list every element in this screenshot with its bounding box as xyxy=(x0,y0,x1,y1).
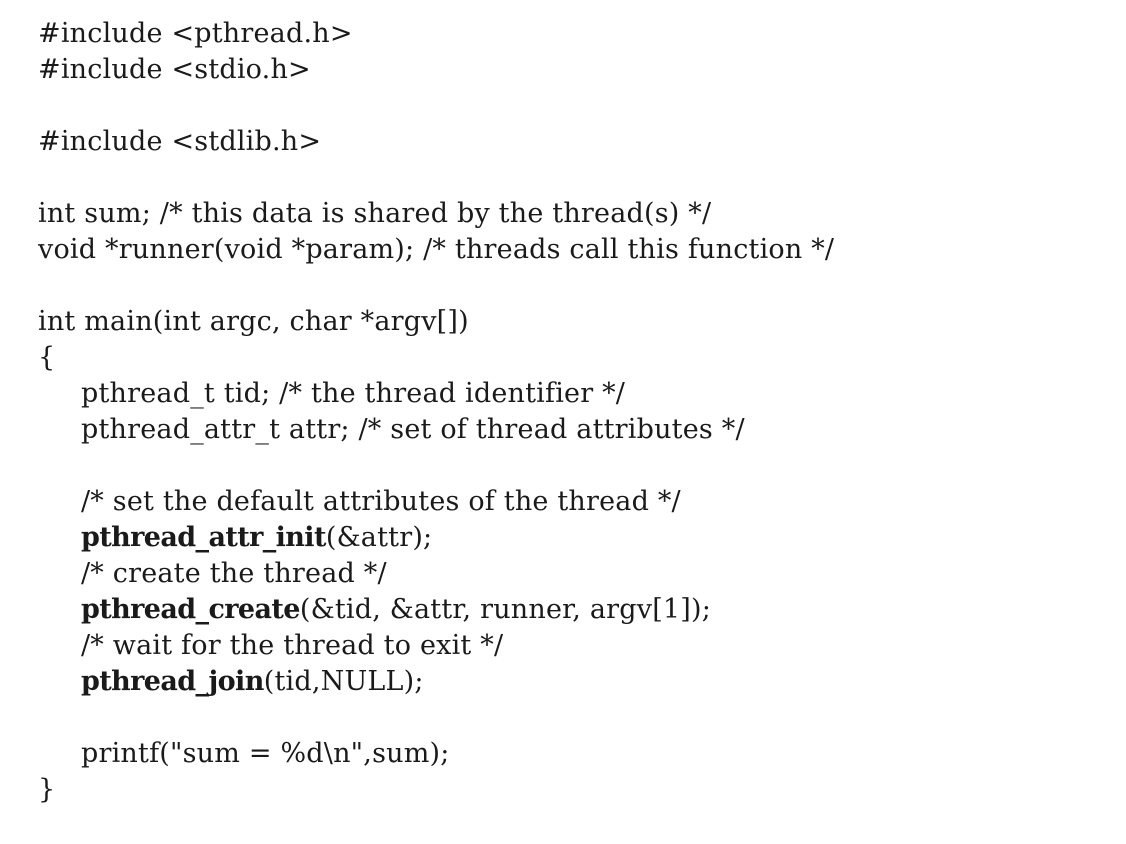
defaults-comment-line: /* set the default attributes of the thr… xyxy=(81,486,681,517)
create-line: pthread_create(&tid, &attr, runner, argv… xyxy=(38,592,1108,628)
sum-declaration-line: int sum; /* this data is shared by the t… xyxy=(38,198,712,229)
include-pthread-line: #include <pthread.h> xyxy=(38,18,353,49)
attr-init-line: pthread_attr_init(&attr); xyxy=(38,520,1108,556)
tid-declaration-line: pthread_t tid; /* the thread identifier … xyxy=(81,378,626,409)
include-stdio-line: #include <stdio.h> xyxy=(38,54,311,85)
printf-line: printf("sum = %d\n",sum); xyxy=(81,738,450,769)
code-listing: #include <pthread.h> #include <stdio.h> … xyxy=(38,16,1108,808)
close-brace-line: } xyxy=(38,774,56,805)
join-line: pthread_join(tid,NULL); xyxy=(38,664,1108,700)
create-comment-line: /* create the thread */ xyxy=(81,558,387,589)
create-arguments: (&tid, &attr, runner, argv[1]); xyxy=(299,594,712,625)
attr-init-arguments: (&attr); xyxy=(325,522,433,553)
open-brace-line: { xyxy=(38,342,56,373)
attr-init-function-name: pthread_attr_init xyxy=(81,522,326,553)
include-stdlib-line: #include <stdlib.h> xyxy=(38,126,322,157)
join-function-name: pthread_join xyxy=(81,666,264,697)
create-function-name: pthread_create xyxy=(81,594,300,625)
wait-comment-line: /* wait for the thread to exit */ xyxy=(81,630,504,661)
main-signature-line: int main(int argc, char *argv[]) xyxy=(38,306,469,337)
runner-declaration-line: void *runner(void *param); /* threads ca… xyxy=(38,234,835,265)
join-arguments: (tid,NULL); xyxy=(263,666,424,697)
attr-declaration-line: pthread_attr_t attr; /* set of thread at… xyxy=(81,414,745,445)
